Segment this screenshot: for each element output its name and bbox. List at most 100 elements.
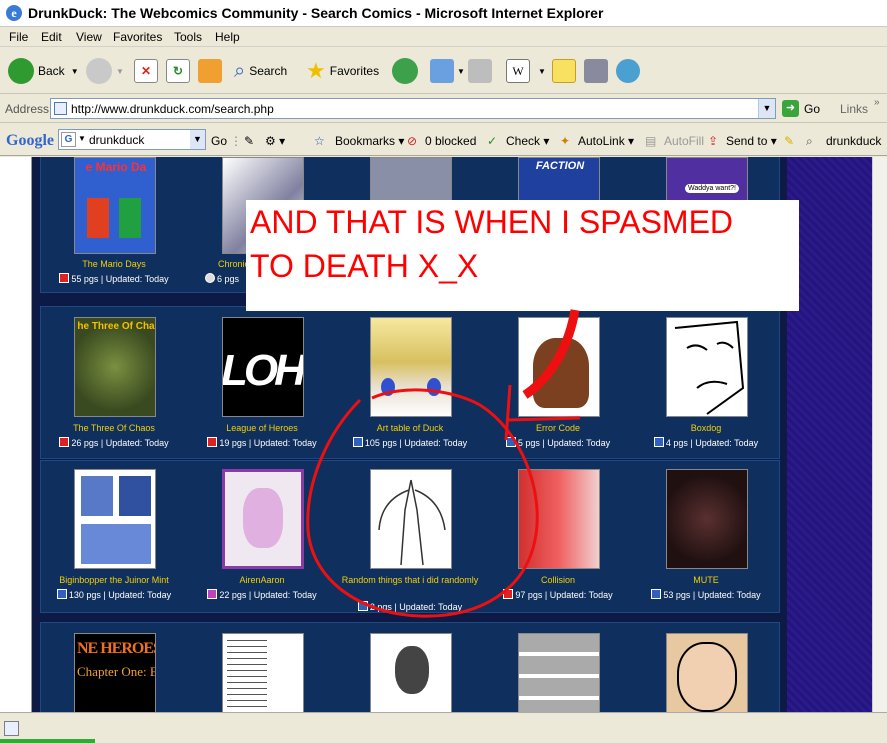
- comic-title-biginbopper[interactable]: Biginbopper the Juinor Mint: [40, 575, 188, 586]
- comic-thumb-collision[interactable]: [518, 469, 600, 569]
- search-icon: ⌕: [234, 59, 246, 82]
- comic-thumb-row4-3[interactable]: [370, 633, 452, 712]
- comic-thumb-error-code[interactable]: [518, 317, 600, 417]
- chevron-right-icon[interactable]: »: [874, 97, 880, 108]
- autofill-button[interactable]: AutoFill: [664, 134, 704, 148]
- comic-thumb-mute[interactable]: [666, 469, 748, 569]
- menu-tools[interactable]: Tools: [174, 30, 202, 44]
- comic-thumb-league-of-heroes[interactable]: LOH: [222, 317, 304, 417]
- menu-file[interactable]: File: [9, 30, 28, 44]
- comic-thumb-row4-5[interactable]: [666, 633, 748, 712]
- links-toolbar[interactable]: Links: [840, 102, 868, 116]
- menu-view[interactable]: View: [76, 30, 102, 44]
- google-search-input[interactable]: G ▼ drunkduck ▼: [58, 129, 206, 150]
- comic-thumb-airenaaron[interactable]: [222, 469, 304, 569]
- caption-line-1: AND THAT IS WHEN I SPASMED: [250, 204, 734, 240]
- go-button[interactable]: ➜ Go: [782, 100, 820, 117]
- google-go-button[interactable]: Go: [211, 134, 227, 148]
- address-bar: Address http://www.drunkduck.com/search.…: [0, 95, 887, 123]
- mario-sprite: [87, 198, 109, 238]
- forward-button[interactable]: ▼: [86, 56, 124, 86]
- comic-title-league-of-heroes[interactable]: League of Heroes: [188, 423, 336, 434]
- google-g-icon[interactable]: G: [61, 132, 76, 147]
- comic-thumb-row1-3[interactable]: [370, 157, 452, 202]
- mail-dropdown-icon[interactable]: ▼: [457, 67, 465, 76]
- back-button[interactable]: Back ▼: [8, 56, 79, 86]
- go-arrow-icon: ➜: [782, 100, 799, 117]
- popup-blocker-icon: ⊘: [407, 134, 418, 148]
- home-icon: [198, 59, 222, 83]
- bookmarks-button[interactable]: Bookmarks ▾: [335, 134, 404, 148]
- comic-title-mario-days[interactable]: The Mario Days: [40, 259, 188, 270]
- genre-icon: [207, 589, 218, 599]
- search-button[interactable]: ⌕ Search: [234, 56, 287, 86]
- back-dropdown-icon[interactable]: ▼: [71, 67, 79, 76]
- edit-button[interactable]: W ▼: [506, 56, 546, 86]
- text-panel: [227, 640, 267, 710]
- forward-dropdown-icon[interactable]: ▼: [116, 67, 124, 76]
- address-dropdown-icon[interactable]: ▼: [758, 99, 775, 118]
- messenger-button[interactable]: [616, 56, 640, 86]
- discuss-button[interactable]: [552, 56, 576, 86]
- menu-edit[interactable]: Edit: [41, 30, 62, 44]
- comic-thumb-boxdog[interactable]: [666, 317, 748, 417]
- comic-title-mute[interactable]: MUTE: [632, 575, 780, 586]
- panel-3: [81, 524, 151, 564]
- history-icon: [392, 58, 418, 84]
- comic-title-collision[interactable]: Collision: [484, 575, 632, 586]
- google-query: drunkduck: [89, 133, 145, 147]
- comic-thumb-row4-2[interactable]: [222, 633, 304, 712]
- menu-help[interactable]: Help: [215, 30, 240, 44]
- comic-title-airenaaron[interactable]: AirenAaron: [188, 575, 336, 586]
- menu-favorites[interactable]: Favorites: [113, 30, 162, 44]
- back-label: Back: [38, 64, 65, 78]
- puzzle-options-icon[interactable]: ⚙ ▾: [265, 134, 285, 148]
- comic-thumb-nine-heroes[interactable]: NE HEROES Chapter One: Begin: [74, 633, 156, 712]
- home-button[interactable]: [198, 56, 222, 86]
- stop-button[interactable]: ✕: [134, 56, 158, 86]
- comic-thumb-row4-4[interactable]: [518, 633, 600, 712]
- edit-dropdown-icon[interactable]: ▼: [538, 67, 546, 76]
- comic-thumb-random-things[interactable]: [370, 469, 452, 569]
- autofill-icon: ▤: [645, 134, 657, 148]
- send-to-button[interactable]: Send to ▾: [726, 134, 777, 148]
- genre-icon: [205, 273, 215, 283]
- comic-thumb-three-of-chaos[interactable]: he Three Of Cha: [74, 317, 156, 417]
- search-term-button[interactable]: drunkduck: [826, 134, 881, 148]
- research-icon: [584, 59, 608, 83]
- autolink-button[interactable]: AutoLink ▾: [578, 134, 634, 148]
- research-button[interactable]: [584, 56, 608, 86]
- comic-info-error-code: 5 pgs | Updated: Today: [484, 437, 632, 448]
- forward-arrow-icon: [86, 58, 112, 84]
- history-button[interactable]: [392, 56, 422, 86]
- comic-title-boxdog[interactable]: Boxdog: [632, 423, 780, 434]
- comic-info-airenaaron: 22 pgs | Updated: Today: [188, 589, 336, 600]
- progress-bar: [0, 739, 95, 743]
- caption-line-2: TO DEATH X_X: [250, 248, 479, 284]
- comic-title-error-code[interactable]: Error Code: [484, 423, 632, 434]
- mail-button[interactable]: ▼: [430, 56, 465, 86]
- favorites-button[interactable]: ★ Favorites: [306, 56, 379, 86]
- comic-thumb-mario-days[interactable]: e Mario Da: [74, 157, 156, 254]
- comic-thumb-biginbopper[interactable]: [74, 469, 156, 569]
- stop-icon: ✕: [134, 59, 158, 83]
- spellcheck-button[interactable]: Check ▾: [506, 134, 549, 148]
- face-drawing: [677, 642, 737, 712]
- address-input[interactable]: http://www.drunkduck.com/search.php ▼: [50, 98, 776, 119]
- comic-title-three-of-chaos[interactable]: The Three Of Chaos: [40, 423, 188, 434]
- popup-blocked-count[interactable]: 0 blocked: [425, 134, 476, 148]
- google-search-dropdown-icon[interactable]: ▼: [190, 130, 205, 149]
- refresh-button[interactable]: ↻: [166, 56, 190, 86]
- comic-info-biginbopper: 130 pgs | Updated: Today: [40, 589, 188, 600]
- vertical-scrollbar[interactable]: [872, 157, 887, 712]
- window-title: DrunkDuck: The Webcomics Community - Sea…: [28, 5, 604, 21]
- print-button[interactable]: [468, 56, 492, 86]
- comic-title-random-things[interactable]: Random things that i did randomly: [336, 575, 484, 586]
- comic-title-art-table-of-duck[interactable]: Art table of Duck: [336, 423, 484, 434]
- pagerank-icon[interactable]: ✎: [244, 134, 254, 148]
- comic-thumb-art-table-of-duck[interactable]: [370, 317, 452, 417]
- highlight-icon[interactable]: ✎: [784, 134, 794, 148]
- comic-thumb-row1-5[interactable]: Waddya want?!: [666, 157, 748, 202]
- google-menu-dropdown-icon[interactable]: ▼: [78, 134, 86, 143]
- comic-thumb-faction[interactable]: FACTION: [518, 157, 600, 202]
